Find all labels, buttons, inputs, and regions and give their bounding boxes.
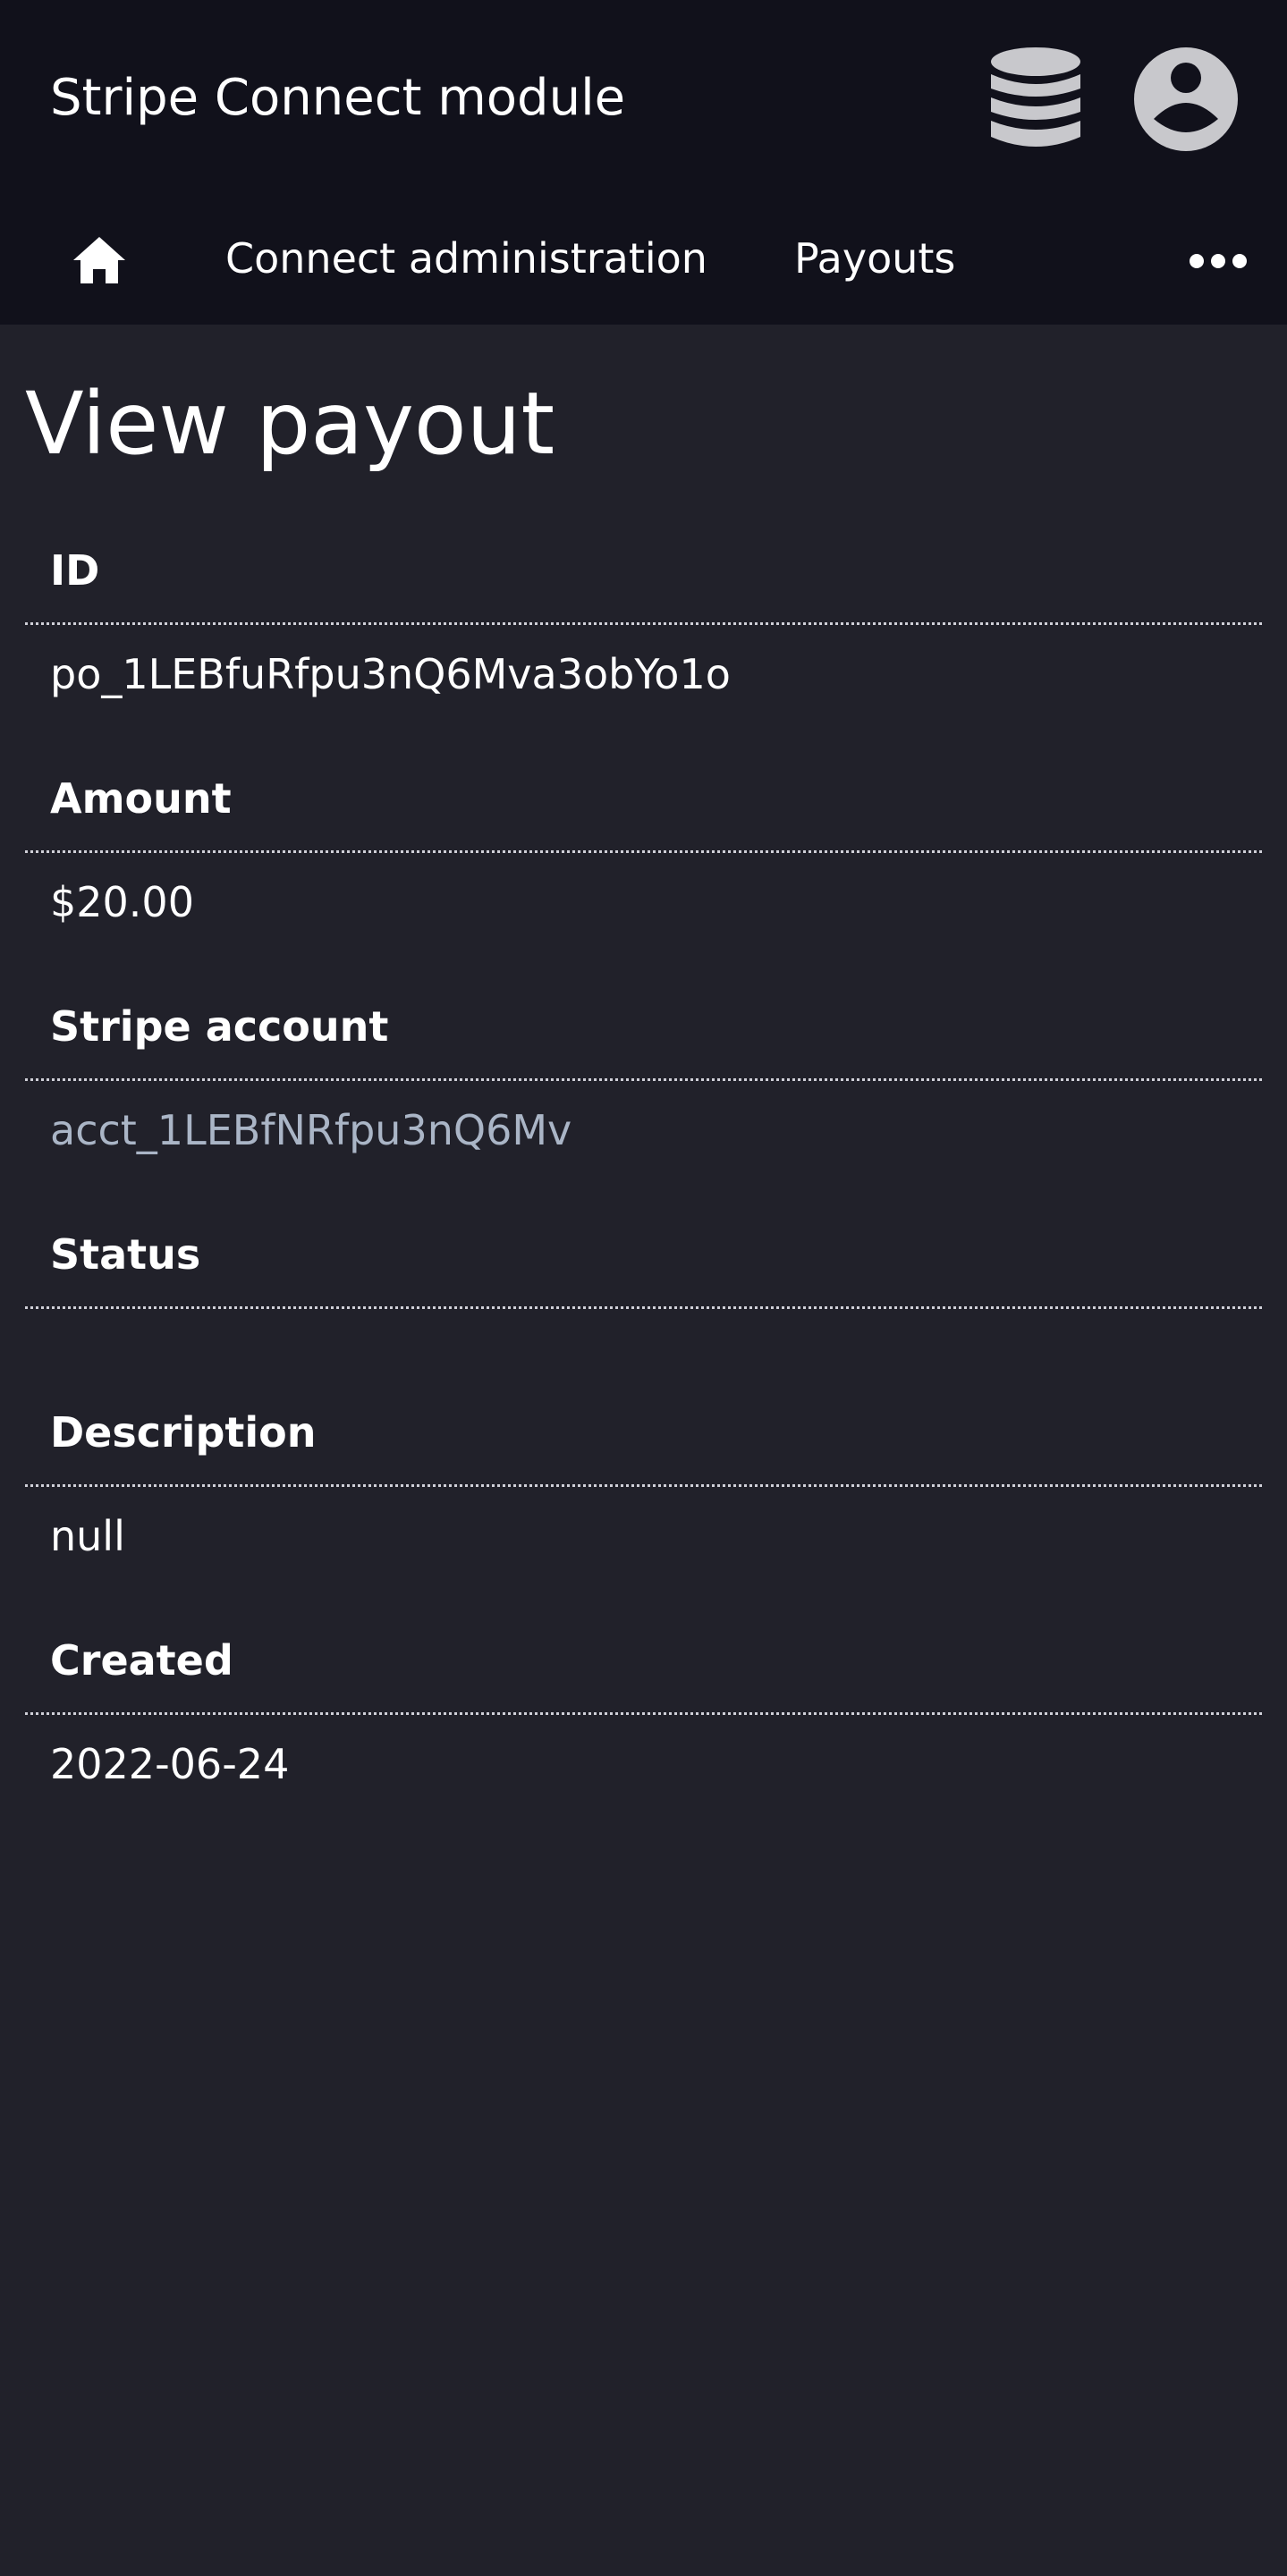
field-divider	[25, 1078, 1262, 1081]
field-value-id: po_1LEBfuRfpu3nQ6Mva3obYo1o	[50, 650, 731, 698]
home-icon[interactable]	[70, 232, 129, 291]
field-divider	[25, 850, 1262, 853]
field-divider	[25, 622, 1262, 625]
nav-link-payouts[interactable]: Payouts	[794, 230, 955, 287]
field-divider	[25, 1712, 1262, 1715]
field-label-amount: Amount	[50, 774, 232, 823]
nav-link-connect-administration[interactable]: Connect administration	[225, 230, 707, 287]
app-header: Stripe Connect module	[0, 0, 1287, 198]
field-value-description: null	[50, 1512, 125, 1560]
field-label-stripe-account: Stripe account	[50, 1002, 389, 1051]
field-label-status: Status	[50, 1230, 201, 1279]
more-horizontal-icon[interactable]	[1190, 248, 1247, 274]
field-divider	[25, 1306, 1262, 1309]
stripe-account-link[interactable]: acct_1LEBfNRfpu3nQ6Mv	[50, 1103, 572, 1157]
main-nav: Connect administration Payouts	[0, 198, 1287, 325]
database-icon[interactable]	[991, 47, 1080, 151]
field-value-amount: $20.00	[50, 878, 194, 926]
page-title: View payout	[25, 374, 555, 474]
field-label-description: Description	[50, 1408, 317, 1457]
field-label-id: ID	[50, 546, 100, 595]
field-divider	[25, 1484, 1262, 1487]
field-label-created: Created	[50, 1636, 233, 1685]
field-value-created: 2022-06-24	[50, 1740, 290, 1788]
user-circle-icon[interactable]	[1134, 47, 1238, 151]
app-title: Stripe Connect module	[50, 69, 626, 127]
